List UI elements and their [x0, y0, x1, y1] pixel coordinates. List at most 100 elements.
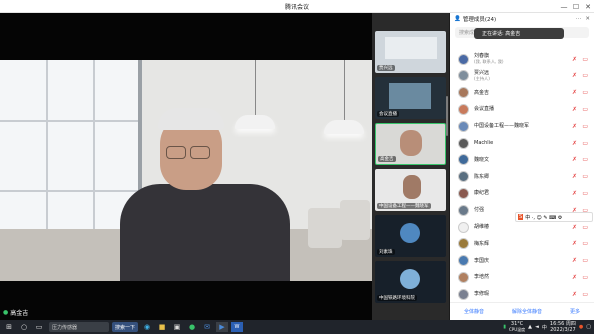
member-name-text: 贾兴远 [474, 69, 490, 76]
mic-muted-icon[interactable]: ✗ [572, 291, 577, 298]
member-row[interactable]: 贾兴远 (主持人) ✗ ▭ [450, 68, 594, 84]
member-row[interactable]: 李国庆 ✗ ▭ [450, 253, 594, 269]
camera-off-icon[interactable]: ▭ [582, 56, 588, 63]
folder-icon[interactable]: ■ [156, 322, 168, 332]
member-row[interactable]: 刘春旗 (我, 联系人, 我) ✗ ▭ [450, 51, 594, 67]
member-row[interactable]: 会议直播 ✗ ▭ [450, 101, 594, 117]
avatar [458, 204, 469, 216]
store-icon[interactable]: ▣ [171, 322, 183, 332]
taskbar-search-input[interactable]: 压力传感器 [49, 322, 109, 332]
mic-muted-icon[interactable]: ✗ [572, 72, 577, 79]
notification-icon[interactable]: ● [579, 324, 583, 330]
ime-toolbar-text: 中 ·, ☺ ✎ ⌨ ⚙ [525, 214, 563, 221]
mic-muted-icon[interactable]: ✗ [572, 190, 577, 197]
start-icon[interactable]: ⊞ [3, 322, 15, 332]
mute-all-button[interactable]: 全体静音 [464, 308, 484, 315]
camera-off-icon[interactable]: ▭ [582, 190, 588, 197]
thumbnail-active-speaker[interactable]: 高金吉 [375, 123, 446, 165]
avatar [458, 288, 469, 300]
wechat-icon[interactable]: ● [186, 322, 198, 332]
edge-icon[interactable]: ◉ [141, 322, 153, 332]
member-row[interactable]: 康纪君 ✗ ▭ [450, 185, 594, 201]
main-video[interactable] [0, 13, 372, 320]
mail-icon[interactable]: ✉ [201, 322, 213, 332]
thumbnail-label: 高金吉 [378, 156, 396, 162]
mic-on-icon: ● [3, 309, 9, 316]
camera-off-icon[interactable]: ▭ [582, 140, 588, 147]
mic-muted-icon[interactable]: ✗ [572, 156, 577, 163]
mic-muted-icon[interactable]: ✗ [572, 224, 577, 231]
volume-icon[interactable]: ◄ [535, 324, 539, 330]
thumbnail-scrollbar[interactable] [446, 96, 448, 136]
avatar [458, 271, 469, 283]
more-button[interactable]: 更多 [570, 308, 580, 315]
camera-off-icon[interactable]: ▭ [582, 123, 588, 130]
maximize-button[interactable]: ☐ [570, 0, 582, 13]
minimize-button[interactable]: — [558, 0, 570, 13]
thumbnail[interactable]: 会议直播 [375, 77, 446, 119]
member-name: 魏晓文 [474, 157, 489, 163]
member-name: 会议直播 [474, 106, 494, 112]
member-row[interactable]: 李培然 ✗ ▭ [450, 269, 594, 285]
mic-muted-icon[interactable]: ✗ [572, 257, 577, 264]
camera-off-icon[interactable]: ▭ [582, 106, 588, 113]
member-row[interactable]: 魏晓文 ✗ ▭ [450, 152, 594, 168]
member-name: 付强 [474, 207, 484, 213]
unmute-all-button[interactable]: 解除全体静音 [512, 308, 542, 315]
camera-off-icon[interactable]: ▭ [582, 257, 588, 264]
mic-muted-icon[interactable]: ✗ [572, 56, 577, 63]
member-row[interactable]: 中国设备工程——魏晓军 ✗ ▭ [450, 118, 594, 134]
camera-off-icon[interactable]: ▭ [582, 291, 588, 298]
member-row[interactable]: Machlie ✗ ▭ [450, 135, 594, 151]
member-row[interactable]: 李修瑕 ✗ ▭ [450, 286, 594, 302]
member-name: 胡维椿 [474, 224, 489, 230]
member-name: 陈东卿 [474, 174, 489, 180]
camera-off-icon[interactable]: ▭ [582, 72, 588, 79]
avatar [458, 238, 469, 250]
camera-off-icon[interactable]: ▭ [582, 173, 588, 180]
taskbar-search-button[interactable]: 搜索一下 [112, 322, 138, 332]
avatar [458, 87, 469, 99]
mic-muted-icon[interactable]: ✗ [572, 89, 577, 96]
action-center-icon[interactable]: ▢ [586, 324, 591, 330]
weather-note: CPU温度 [509, 327, 526, 332]
member-name: 刘春旗 (我, 联系人, 我) [474, 53, 504, 65]
mic-muted-icon[interactable]: ✗ [572, 240, 577, 247]
member-name: 李国庆 [474, 258, 489, 264]
camera-off-icon[interactable]: ▭ [582, 156, 588, 163]
ime-icon[interactable]: 中 [542, 324, 547, 331]
word-icon[interactable]: W [231, 322, 243, 332]
member-row[interactable]: 陈东卿 ✗ ▭ [450, 169, 594, 185]
camera-off-icon[interactable]: ▭ [582, 240, 588, 247]
panel-close-icon[interactable]: ✕ [585, 16, 590, 22]
member-row[interactable]: 梅东辉 ✗ ▭ [450, 236, 594, 252]
thumbnail[interactable]: 中国设备工程——魏晓军 [375, 169, 446, 211]
meeting-icon[interactable]: ▶ [216, 322, 228, 332]
more-icon[interactable]: ⋯ [576, 16, 582, 22]
speaker-name-bar: ● 高金吉 [0, 309, 372, 320]
network-icon[interactable]: ▲ [528, 324, 532, 330]
thumbnail[interactable]: 中国铁路环境科院 [375, 261, 446, 303]
camera-off-icon[interactable]: ▭ [582, 89, 588, 96]
camera-off-icon[interactable]: ▭ [582, 274, 588, 281]
clock-date: 2022/3/27 [550, 327, 576, 333]
mic-muted-icon[interactable]: ✗ [572, 173, 577, 180]
mic-muted-icon[interactable]: ✗ [572, 106, 577, 113]
camera-off-icon[interactable]: ▭ [582, 224, 588, 231]
task-view-icon[interactable]: ▭ [33, 322, 45, 332]
member-row[interactable]: 高金吉 ✗ ▭ [450, 85, 594, 101]
search-icon[interactable]: ○ [18, 322, 30, 332]
clock[interactable]: 16:56 周四 2022/3/27 [550, 321, 576, 333]
member-name: 李修瑕 [474, 291, 489, 297]
avatar [458, 137, 469, 149]
mic-muted-icon[interactable]: ✗ [572, 123, 577, 130]
video-thumbnail-strip: 贾兴远 会议直播 高金吉 中国设备工程——魏晓军 刘素珠 中国铁路环境科院 [372, 13, 449, 320]
thumbnail[interactable]: 贾兴远 [375, 31, 446, 73]
mic-muted-icon[interactable]: ✗ [572, 274, 577, 281]
thumbnail[interactable]: 刘素珠 [375, 215, 446, 257]
member-role: (我, 联系人, 我) [474, 59, 504, 64]
ime-toolbar[interactable]: S 中 ·, ☺ ✎ ⌨ ⚙ [515, 212, 593, 222]
mic-muted-icon[interactable]: ✗ [572, 140, 577, 147]
thumbnail-label: 刘素珠 [377, 249, 395, 255]
close-button[interactable]: ✕ [582, 0, 594, 13]
